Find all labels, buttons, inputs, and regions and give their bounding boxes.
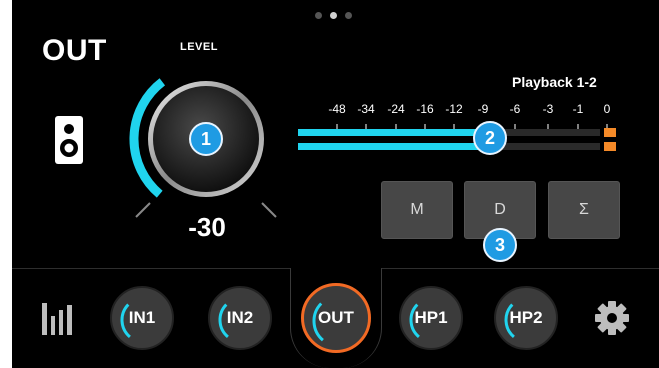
meter-scale-tick-label: -9 (477, 102, 489, 116)
callout-badge-3: 3 (483, 228, 517, 262)
meter-scale-tick-label: -34 (357, 102, 375, 116)
meter-scale-tick-label: -48 (328, 102, 346, 116)
meter-scale-tick-label: -12 (445, 102, 463, 116)
meter-bars-icon[interactable] (42, 300, 74, 336)
clip-indicator-right (604, 142, 616, 151)
meter-tickmarks (308, 117, 628, 130)
meter-scale-tick-label: -6 (509, 102, 521, 116)
channel-button-in2[interactable]: IN2 (208, 286, 272, 350)
meter-scale-tick-label: -16 (416, 102, 434, 116)
page-title: OUT (42, 34, 107, 67)
clip-indicator-left (604, 128, 616, 137)
meter-scale-tick-label: 0 (603, 102, 611, 116)
level-label: LEVEL (180, 41, 218, 53)
sum-button[interactable]: Σ (548, 181, 620, 239)
page-dot-active[interactable] (330, 12, 337, 19)
channel-button-hp1[interactable]: HP1 (399, 286, 463, 350)
meter-scale-tick-label: -3 (542, 102, 554, 116)
channel-button-out[interactable]: OUT (301, 283, 371, 353)
channel-button-label: HP2 (509, 308, 543, 327)
channel-button-label: HP1 (414, 308, 448, 327)
meter-scale-tick-label: -1 (572, 102, 584, 116)
channel-button-label: OUT (318, 308, 354, 327)
channel-button-label: IN1 (128, 308, 156, 327)
channel-button-hp2[interactable]: HP2 (494, 286, 558, 350)
callout-badge-2: 2 (473, 121, 507, 155)
meter-fill-left (298, 129, 485, 136)
page-dot[interactable] (315, 12, 322, 19)
meter-fill-right (298, 143, 485, 150)
speaker-icon (54, 115, 84, 165)
level-value: -30 (188, 212, 226, 242)
device-screen: OUT LEVEL 1 -30 Playback 1-2 -48 -34 -24… (12, 0, 659, 368)
page-dot[interactable] (345, 12, 352, 19)
channel-button-label: IN2 (226, 308, 254, 327)
channel-button-in1[interactable]: IN1 (110, 286, 174, 350)
meter-scale-tick-label: -24 (387, 102, 405, 116)
meter-scale: -48 -34 -24 -16 -12 -9 -6 -3 -1 0 (308, 102, 628, 116)
callout-badge-1: 1 (189, 122, 223, 156)
page-indicator (315, 12, 355, 20)
mute-button[interactable]: M (381, 181, 453, 239)
meter-label: Playback 1-2 (512, 74, 597, 90)
gear-icon[interactable] (594, 300, 630, 336)
